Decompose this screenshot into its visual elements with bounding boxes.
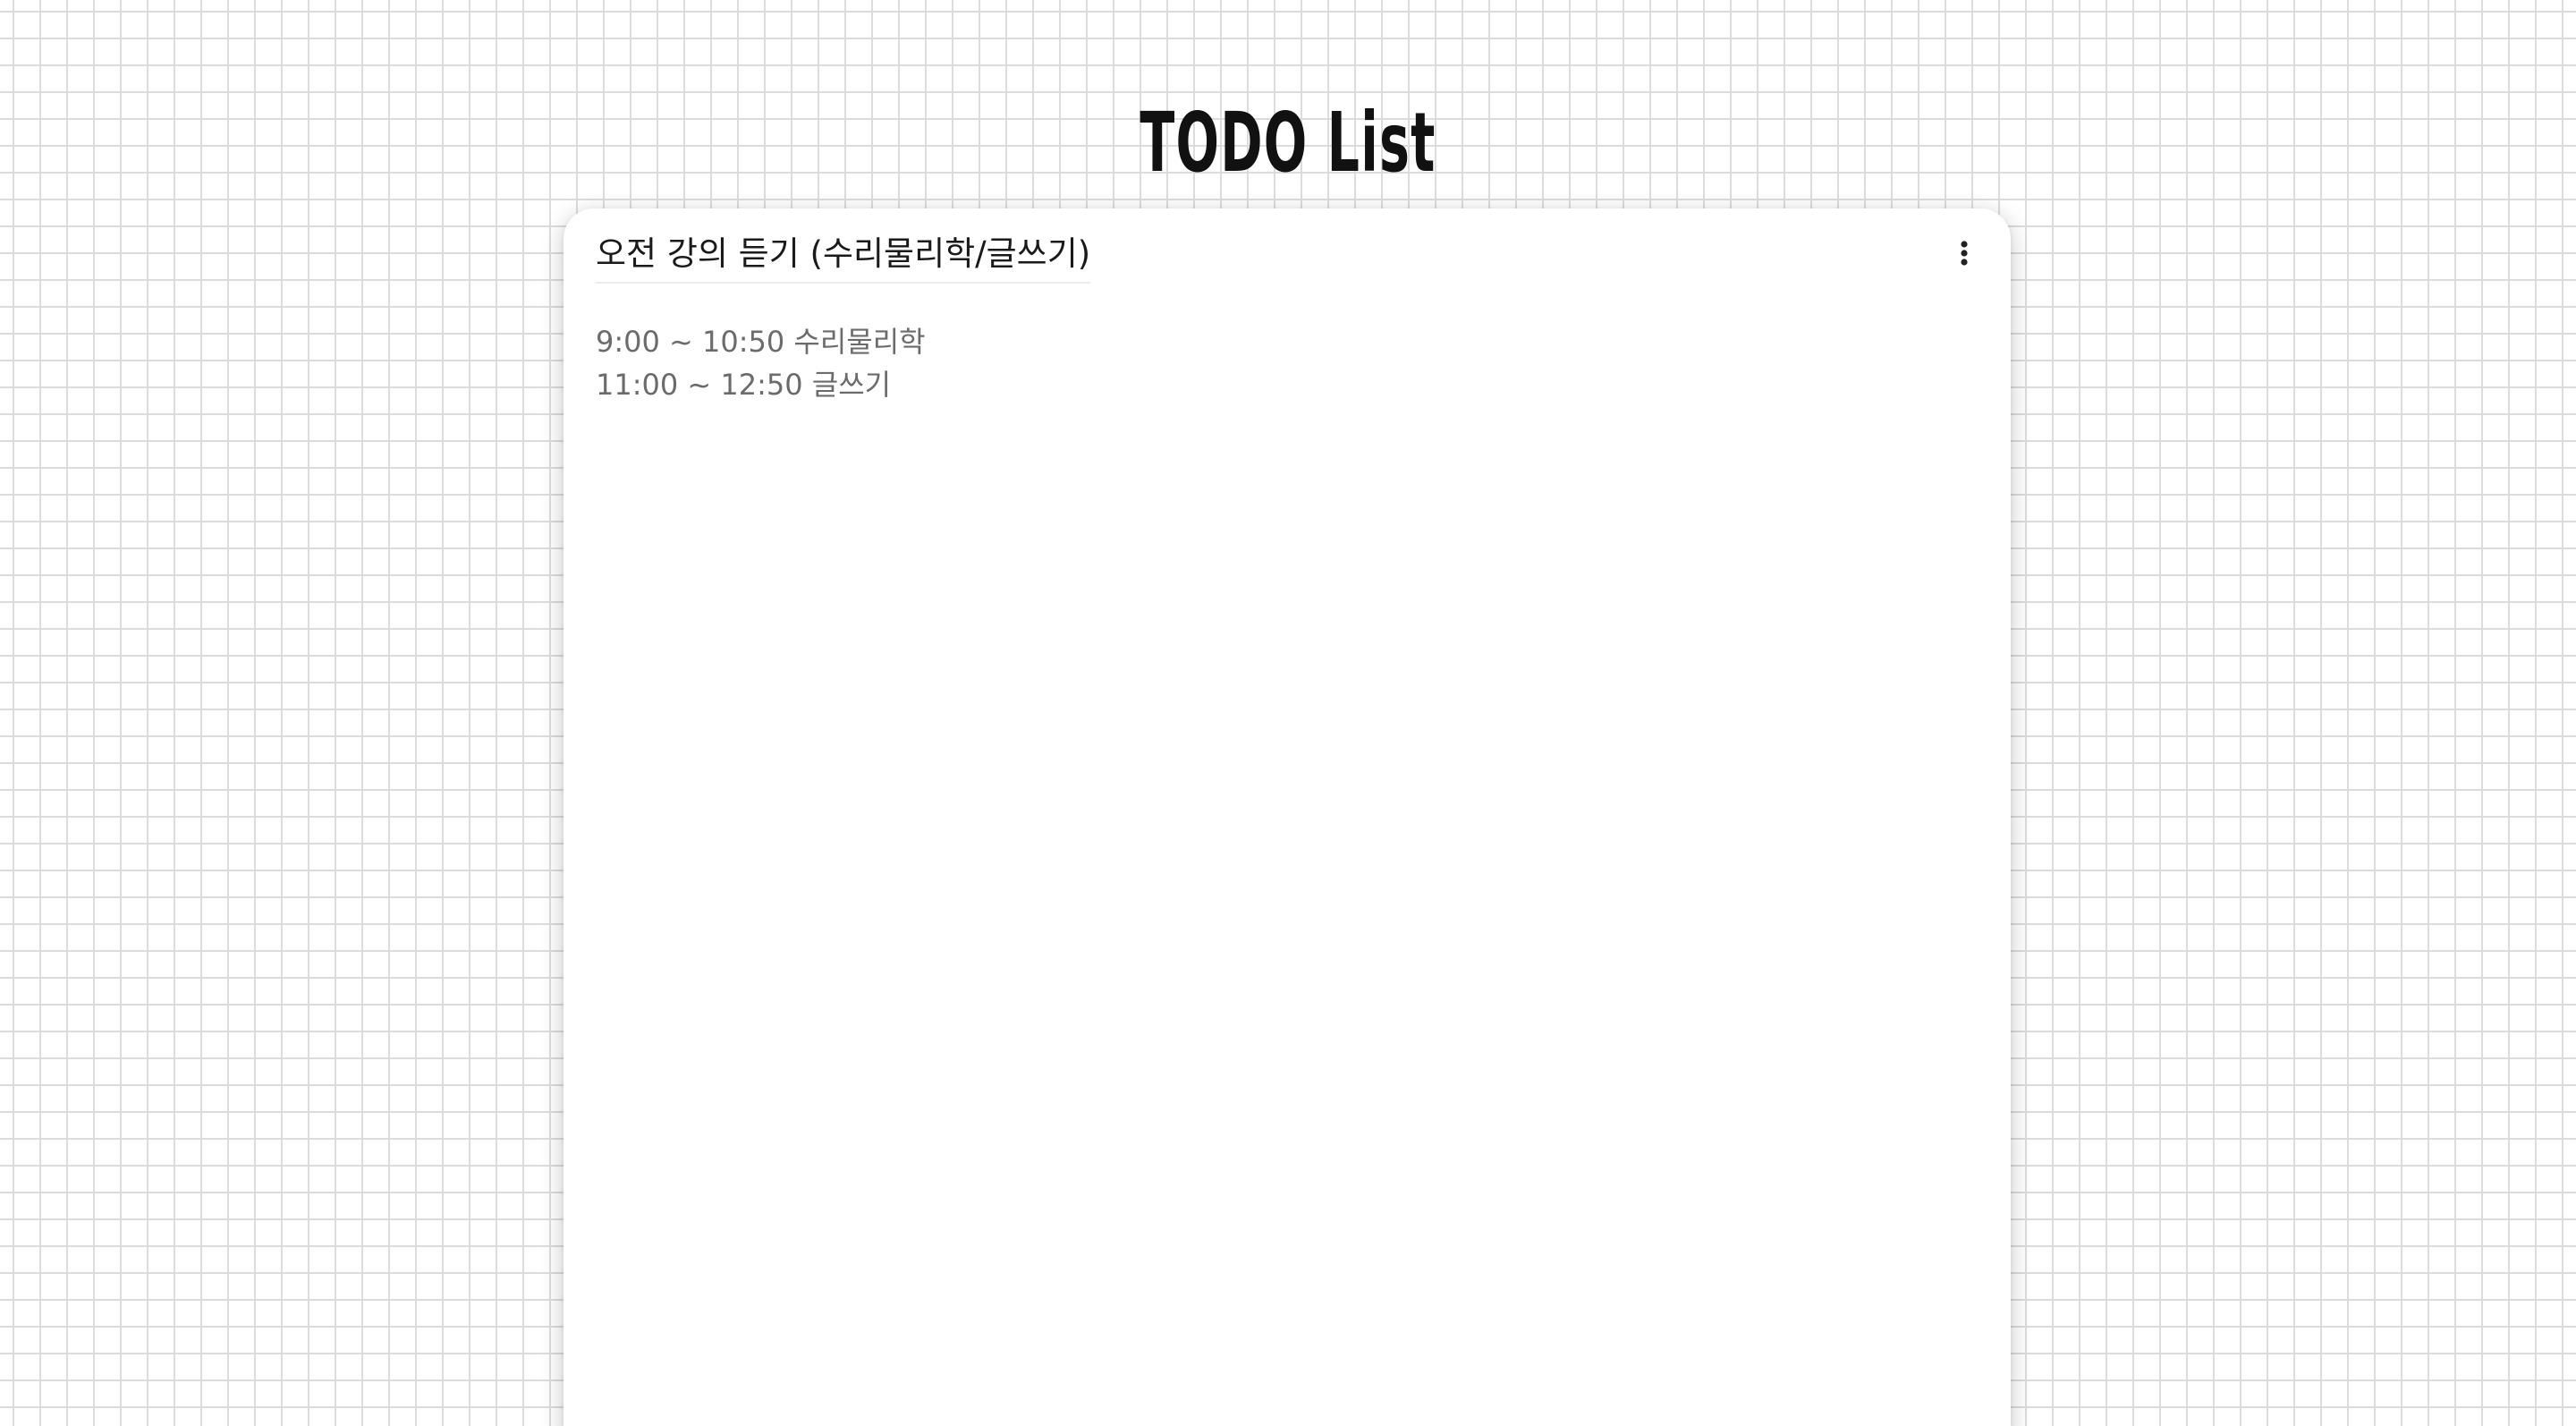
page-title: TODO List bbox=[1140, 95, 1436, 191]
todo-title[interactable]: 오전 강의 듣기 (수리물리학/글쓰기) bbox=[596, 228, 1091, 284]
schedule-line: 11:00 ~ 12:50 글쓰기 bbox=[596, 368, 892, 402]
todo-content[interactable]: 9:00 ~ 10:50 수리물리학 11:00 ~ 12:50 글쓰기 bbox=[596, 320, 1979, 1426]
todo-card-header: 오전 강의 듣기 (수리물리학/글쓰기) bbox=[596, 228, 1979, 291]
more-vertical-icon bbox=[1961, 241, 1968, 266]
todo-card[interactable]: 오전 강의 듣기 (수리물리학/글쓰기) 9:00 ~ 10:50 수리물리학 … bbox=[564, 208, 2011, 1426]
more-options-button[interactable] bbox=[1946, 233, 1982, 273]
schedule-line: 9:00 ~ 10:50 수리물리학 bbox=[596, 325, 926, 359]
